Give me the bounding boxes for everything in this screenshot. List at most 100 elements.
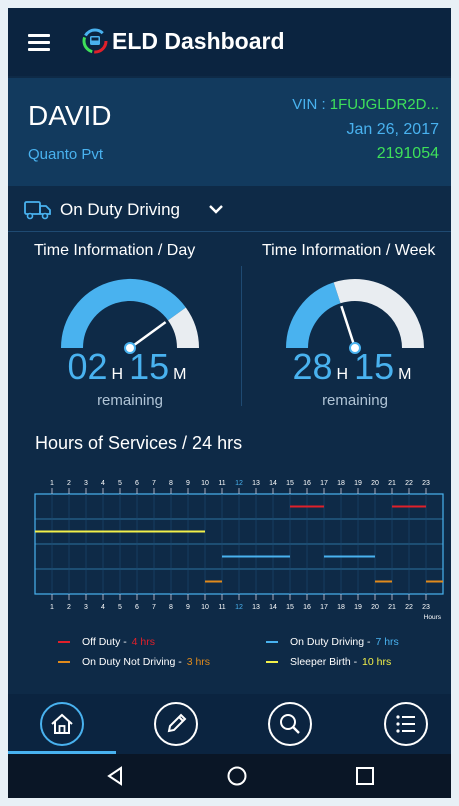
app-title: ELD Dashboard	[112, 28, 285, 54]
legend-off-duty-value: 4 hrs	[131, 636, 155, 648]
hos-tick-label-bottom: 14	[269, 604, 277, 611]
hos-tick-label-bottom: 18	[337, 604, 345, 611]
legend-on-duty-driving-label: On Duty Driving -	[290, 636, 374, 648]
hos-log-chart: 1122334455667788991010111112121313141415…	[34, 480, 444, 621]
day-gauge-needle	[129, 321, 167, 350]
system-nav-bar	[8, 754, 451, 798]
vin-value: 1FUJGLDR2D...	[329, 96, 439, 113]
hos-tick-label-bottom: 7	[152, 604, 156, 611]
legend-sleeper-value: 10 hrs	[362, 656, 392, 668]
hos-tick-label-top: 12	[235, 480, 243, 487]
duty-status-selector[interactable]: On Duty Driving	[8, 188, 451, 232]
week-minute-unit: M	[398, 366, 412, 383]
week-hour-unit: H	[336, 366, 349, 383]
vin-info: VIN : 1FUJGLDR2D...	[292, 96, 439, 113]
hos-tick-label-top: 19	[354, 480, 362, 487]
nav-home-button[interactable]	[40, 702, 84, 746]
hos-tick-label-top: 9	[186, 480, 190, 487]
hos-tick-label-bottom: 13	[252, 604, 260, 611]
gauge-divider	[241, 266, 242, 406]
hos-tick-label-top: 23	[422, 480, 430, 487]
list-icon	[396, 715, 415, 733]
hos-tick-label-bottom: 17	[320, 604, 328, 611]
pencil-icon	[167, 713, 187, 733]
hos-tick-label-bottom: 4	[101, 604, 105, 611]
duty-status-label: On Duty Driving	[60, 200, 180, 219]
hos-tick-label-bottom: 21	[388, 604, 396, 611]
hos-tick-label-top: 7	[152, 480, 156, 487]
recents-icon[interactable]	[353, 764, 377, 788]
hos-tick-label-bottom: 12	[235, 604, 243, 611]
hos-tick-label-top: 5	[118, 480, 122, 487]
home-icon	[51, 713, 73, 734]
hos-tick-label-bottom: 2	[67, 604, 71, 611]
week-gauge-needle	[340, 305, 357, 349]
week-gauge-remaining-arc	[333, 279, 424, 349]
legend-sleeper: Sleeper Birth - 10 hrs	[266, 656, 391, 668]
back-icon[interactable]	[103, 764, 127, 788]
week-gauge-used-arc	[286, 282, 341, 349]
legend-off-duty-label: Off Duty -	[82, 636, 130, 648]
hos-tick-label-bottom: 6	[135, 604, 139, 611]
hos-tick-label-bottom: 8	[169, 604, 173, 611]
hos-tick-label-top: 6	[135, 480, 139, 487]
day-gauge	[61, 279, 199, 354]
nav-search-button[interactable]	[268, 702, 312, 746]
hos-tick-label-bottom: 11	[218, 604, 225, 611]
legend-on-duty-driving: On Duty Driving - 7 hrs	[266, 636, 399, 648]
app-bar: ELD Dashboard	[8, 8, 451, 76]
hos-tick-label-bottom: 16	[303, 604, 311, 611]
hos-tick-label-top: 16	[303, 480, 311, 487]
nav-edit-button[interactable]	[154, 702, 198, 746]
driver-number: 2191054	[376, 145, 439, 162]
hos-tick-label-bottom: 22	[405, 604, 413, 611]
hos-hours-label: Hours	[424, 614, 442, 621]
home-circle-icon[interactable]	[225, 764, 249, 788]
hos-tick-label-bottom: 10	[201, 604, 209, 611]
hos-tick-label-top: 15	[286, 480, 294, 487]
app-screen: ELD Dashboard DAVID Quanto Pvt VIN : 1FU…	[8, 8, 451, 798]
nav-list-button[interactable]	[384, 702, 428, 746]
sleeper-swatch	[266, 661, 278, 664]
hos-tick-label-top: 20	[371, 480, 379, 487]
hos-tick-label-top: 17	[320, 480, 328, 487]
hos-tick-label-top: 21	[388, 480, 396, 487]
chevron-down-icon	[209, 205, 223, 214]
hos-tick-label-top: 18	[337, 480, 345, 487]
hos-tick-label-bottom: 20	[371, 604, 379, 611]
legend-sleeper-label: Sleeper Birth -	[290, 656, 361, 668]
truck-icon	[24, 201, 51, 220]
day-gauge-remaining-arc	[167, 307, 199, 349]
week-time-remaining: 28 H 15 M	[255, 346, 451, 388]
legend-on-duty-not-driving-label: On Duty Not Driving -	[82, 656, 185, 668]
legend-on-duty-not-driving-value: 3 hrs	[186, 656, 211, 668]
day-gauge-title: Time Information / Day	[34, 242, 196, 259]
hos-tick-label-top: 11	[218, 480, 225, 487]
day-time-remaining: 02 H 15 M	[30, 346, 230, 388]
day-hours: 02	[67, 346, 108, 387]
legend-on-duty-driving-value: 7 hrs	[375, 636, 399, 648]
vin-label: VIN :	[292, 96, 330, 113]
hos-tick-label-bottom: 15	[286, 604, 294, 611]
driver-name: DAVID	[28, 100, 112, 131]
week-gauge	[286, 279, 424, 354]
day-minutes: 15	[129, 346, 170, 387]
legend-on-duty-not-driving: On Duty Not Driving - 3 hrs	[58, 656, 210, 668]
hos-tick-label-bottom: 19	[354, 604, 362, 611]
off-duty-swatch	[58, 641, 70, 644]
on-duty-not-driving-swatch	[58, 661, 70, 664]
menu-icon[interactable]	[28, 34, 50, 51]
bottom-nav	[8, 694, 451, 754]
hos-tick-label-top: 8	[169, 480, 173, 487]
hos-tick-label-top: 2	[67, 480, 71, 487]
week-minutes: 15	[354, 346, 395, 387]
hos-tick-label-bottom: 1	[50, 604, 54, 611]
day-remaining-label: remaining	[97, 392, 163, 409]
legend-off-duty: Off Duty - 4 hrs	[58, 636, 155, 648]
week-gauge-title: Time Information / Week	[262, 242, 436, 259]
log-date: Jan 26, 2017	[346, 121, 439, 138]
hos-tick-label-bottom: 9	[186, 604, 190, 611]
day-minute-unit: M	[173, 366, 187, 383]
driver-panel: DAVID Quanto Pvt VIN : 1FUJGLDR2D... Jan…	[8, 78, 451, 186]
week-hours: 28	[292, 346, 333, 387]
